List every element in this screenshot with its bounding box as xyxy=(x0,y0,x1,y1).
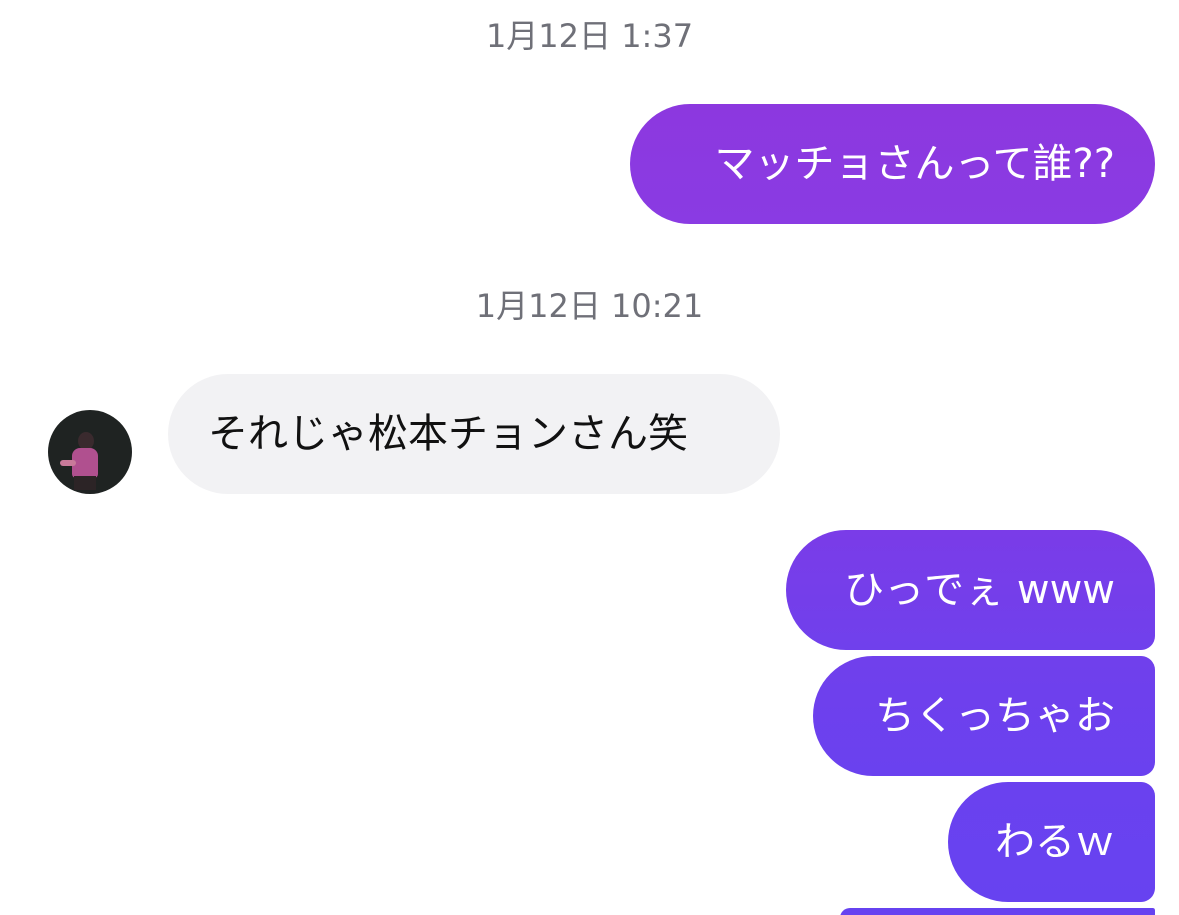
outgoing-message[interactable]: ひっでぇ www xyxy=(786,530,1155,650)
outgoing-message-partial[interactable] xyxy=(840,908,1155,915)
timestamp: 1月12日 10:21 xyxy=(475,287,704,325)
outgoing-message[interactable]: マッチョさんって誰?? xyxy=(630,104,1155,224)
chat-thread[interactable]: 1月12日 1:37 マッチョさんって誰?? 1月12日 10:21 それじゃ松… xyxy=(0,0,1179,915)
outgoing-message[interactable]: ちくっちゃお xyxy=(813,656,1155,776)
timestamp: 1月12日 1:37 xyxy=(485,17,694,55)
avatar-figure xyxy=(74,476,96,490)
avatar-figure xyxy=(60,460,76,466)
incoming-message[interactable]: それじゃ松本チョンさん笑 xyxy=(168,374,780,494)
outgoing-message[interactable]: わるｗ xyxy=(948,782,1155,902)
avatar[interactable] xyxy=(48,410,132,494)
